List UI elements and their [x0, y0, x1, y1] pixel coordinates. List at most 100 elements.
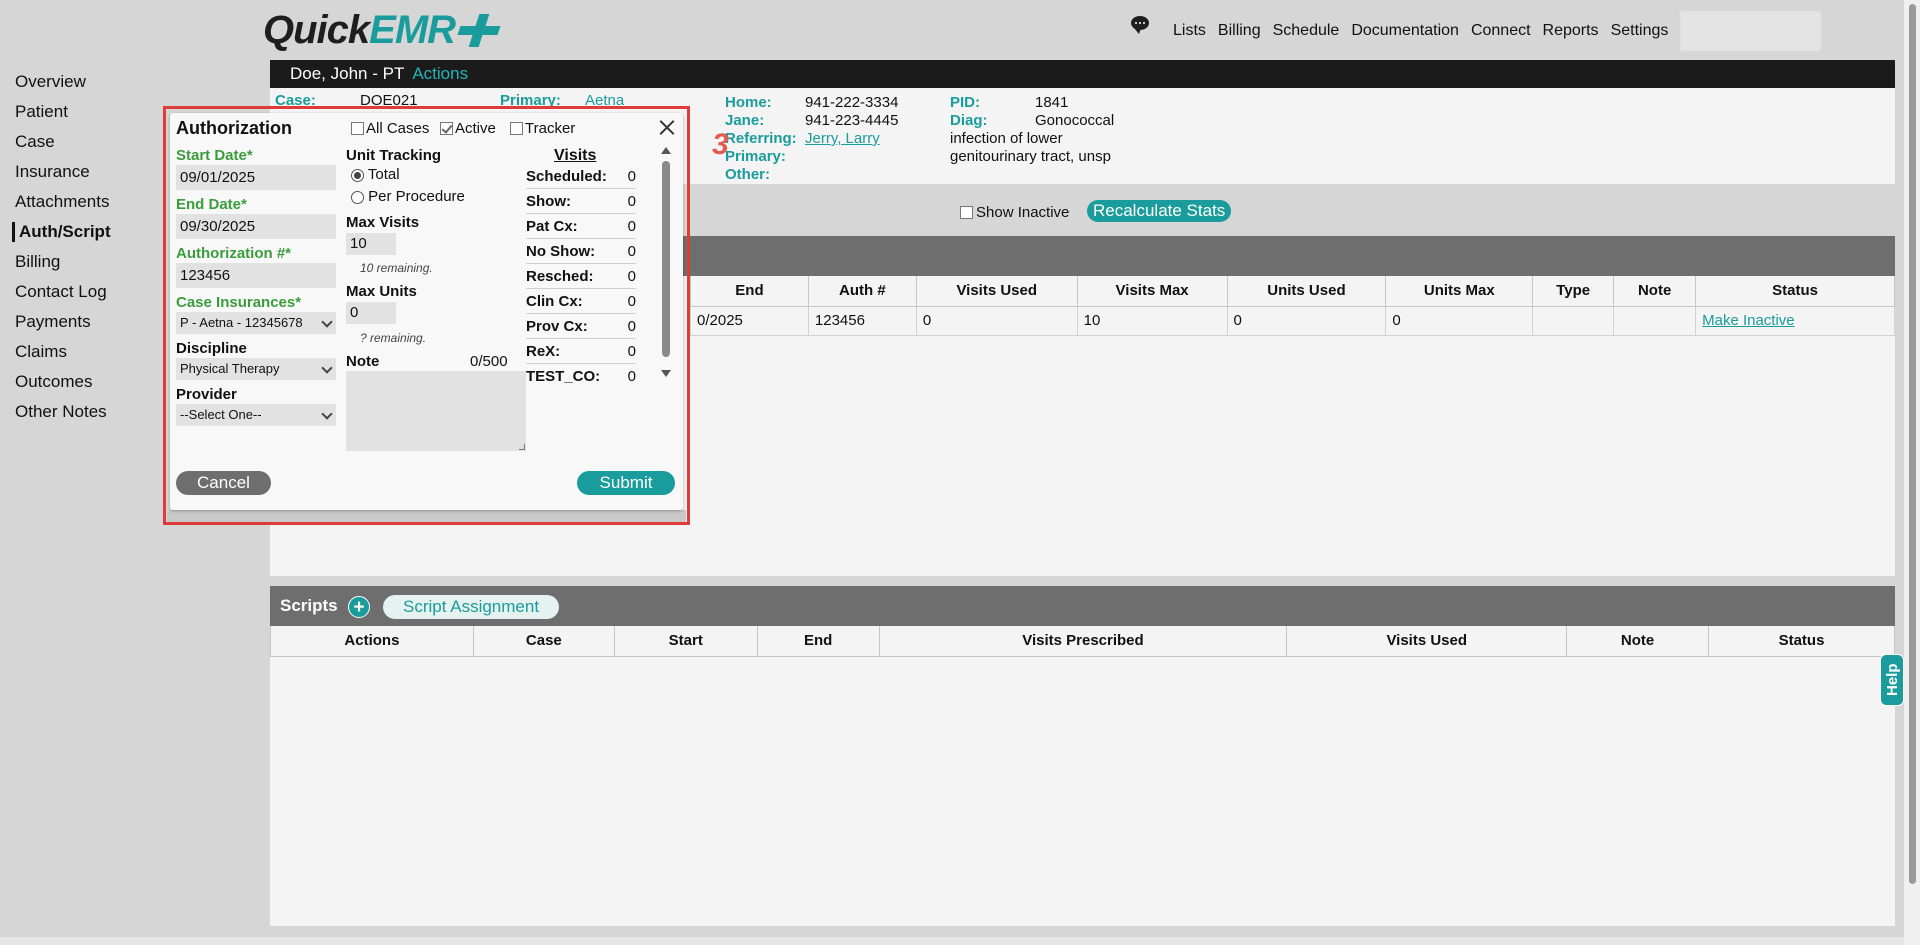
visit-stat-label: Pat Cx: — [526, 218, 578, 235]
primary2-label: Primary: — [725, 148, 786, 165]
sidebar-item-payments[interactable]: Payments — [15, 312, 91, 332]
pid-label: PID: — [950, 94, 980, 111]
all-cases-checkbox[interactable] — [351, 122, 364, 135]
all-cases-label: All Cases — [366, 120, 430, 137]
discipline-select[interactable]: Physical Therapy — [176, 358, 336, 380]
referring-label: Referring: — [725, 130, 797, 147]
home-phone: 941-222-3334 — [805, 94, 899, 111]
help-tab[interactable]: Help — [1880, 654, 1904, 706]
referring-provider-link[interactable]: Jerry, Larry — [805, 130, 880, 147]
add-script-plus-icon[interactable]: + — [348, 596, 370, 618]
user-menu-blurred[interactable] — [1680, 11, 1821, 51]
make-inactive-link[interactable]: Make Inactive — [1702, 312, 1795, 329]
quickemr-logo[interactable]: Quick EMR — [263, 6, 501, 54]
sidebar-item-other-notes[interactable]: Other Notes — [15, 402, 107, 422]
logo-quick-text: Quick — [263, 7, 370, 52]
sidebar-item-case[interactable]: Case — [15, 132, 55, 152]
visits-scrollbar[interactable] — [661, 147, 671, 377]
col-units-max: Units Max — [1385, 276, 1534, 307]
chevron-down-icon — [321, 316, 333, 328]
visit-stat-value: 0 — [627, 168, 636, 185]
note-textarea[interactable] — [346, 371, 526, 451]
pid-value: 1841 — [1035, 94, 1069, 111]
sidebar-item-overview[interactable]: Overview — [15, 72, 86, 92]
active-checkbox[interactable] — [440, 122, 453, 135]
resize-grip-icon[interactable] — [519, 444, 525, 450]
top-nav: Lists Billing Schedule Documentation Con… — [1173, 22, 1680, 40]
nav-settings[interactable]: Settings — [1611, 22, 1669, 40]
max-units-input[interactable]: 0 — [346, 302, 396, 324]
visit-stat-label: No Show: — [526, 243, 596, 260]
provider-label: Provider — [176, 386, 237, 403]
sidebar-item-attachments[interactable]: Attachments — [15, 192, 110, 212]
total-radio-option[interactable]: Total — [351, 166, 400, 183]
modal-footer-shadow — [167, 510, 686, 522]
visit-stat-value: 0 — [627, 268, 636, 285]
sidebar-item-claims[interactable]: Claims — [15, 342, 67, 362]
show-inactive-checkbox[interactable] — [960, 206, 973, 219]
jane-label: Jane: — [725, 112, 765, 129]
per-procedure-radio-option[interactable]: Per Procedure — [351, 188, 465, 205]
authorization-number-input[interactable]: 123456 — [176, 263, 336, 288]
col-visits-used: Visits Used — [915, 276, 1078, 307]
diag-label: Diag: — [950, 112, 988, 129]
recalculate-stats-button[interactable]: Recalculate Stats — [1087, 200, 1232, 222]
all-cases-toggle[interactable]: All Cases — [351, 120, 429, 137]
nav-schedule[interactable]: Schedule — [1273, 22, 1340, 40]
scroll-thumb[interactable] — [662, 161, 670, 357]
diag-line-1: Gonococcal — [1035, 112, 1115, 129]
visit-stat-value: 0 — [627, 218, 636, 235]
page-vertical-scrollbar[interactable] — [1904, 0, 1920, 945]
nav-lists[interactable]: Lists — [1173, 22, 1206, 40]
nav-billing[interactable]: Billing — [1218, 22, 1261, 40]
max-units-label: Max Units — [346, 283, 417, 300]
cell-visits-used: 0 — [915, 305, 1078, 336]
nav-connect[interactable]: Connect — [1471, 22, 1531, 40]
col-units-used: Units Used — [1226, 276, 1387, 307]
show-inactive-toggle[interactable]: Show Inactive — [960, 204, 1069, 221]
patient-actions-link[interactable]: Actions — [412, 64, 468, 84]
total-radio[interactable] — [351, 168, 364, 182]
list-item: Resched: 0 — [526, 264, 636, 289]
list-item: ReX: 0 — [526, 339, 636, 364]
scroll-up-arrow-icon[interactable] — [661, 147, 671, 154]
sidebar-item-outcomes[interactable]: Outcomes — [15, 372, 92, 392]
sidebar-item-insurance[interactable]: Insurance — [15, 162, 90, 182]
provider-select[interactable]: --Select One-- — [176, 404, 336, 426]
start-date-input[interactable]: 09/01/2025 — [176, 165, 336, 190]
col-visits-max: Visits Max — [1076, 276, 1228, 307]
submit-button[interactable]: Submit — [577, 471, 675, 495]
col-note: Note — [1613, 276, 1697, 307]
modal-title: Authorization — [176, 118, 292, 138]
end-date-input[interactable]: 09/30/2025 — [176, 214, 336, 239]
sidebar-item-contact-log[interactable]: Contact Log — [15, 282, 107, 302]
top-bar: Quick EMR Lists Billing Schedule Document… — [0, 0, 1903, 60]
scroll-down-arrow-icon[interactable] — [661, 370, 671, 377]
page-horizontal-scrollbar[interactable] — [0, 937, 1904, 945]
list-item: Pat Cx: 0 — [526, 214, 636, 239]
discipline-label: Discipline — [176, 340, 247, 357]
cell-end: 0/2025 — [690, 305, 809, 336]
max-visits-input[interactable]: 10 — [346, 233, 396, 255]
active-toggle[interactable]: Active — [440, 120, 496, 137]
col-case: Case — [472, 626, 615, 657]
col-start: Start — [613, 626, 758, 657]
scripts-table: Actions Case Start End Visits Prescribed… — [270, 626, 1895, 657]
list-item: Show: 0 — [526, 189, 636, 214]
script-assignment-button[interactable]: Script Assignment — [383, 595, 560, 619]
case-insurances-select[interactable]: P - Aetna - 12345678 — [176, 312, 336, 334]
sidebar-item-billing[interactable]: Billing — [15, 252, 60, 272]
tracker-checkbox[interactable] — [510, 122, 523, 135]
per-procedure-radio[interactable] — [351, 190, 364, 204]
cancel-button[interactable]: Cancel — [176, 471, 271, 495]
nav-documentation[interactable]: Documentation — [1351, 22, 1459, 40]
sidebar-item-auth-script[interactable]: Auth/Script — [12, 222, 111, 242]
chat-icon[interactable] — [1131, 16, 1149, 34]
tracker-toggle[interactable]: Tracker — [510, 120, 575, 137]
sidebar-item-patient[interactable]: Patient — [15, 102, 68, 122]
close-icon[interactable] — [659, 119, 675, 135]
col-end: End — [756, 626, 880, 657]
nav-reports[interactable]: Reports — [1543, 22, 1599, 40]
authorization-modal: Authorization All Cases Active Tracker S… — [170, 113, 683, 510]
col-status: Status — [1695, 276, 1895, 307]
